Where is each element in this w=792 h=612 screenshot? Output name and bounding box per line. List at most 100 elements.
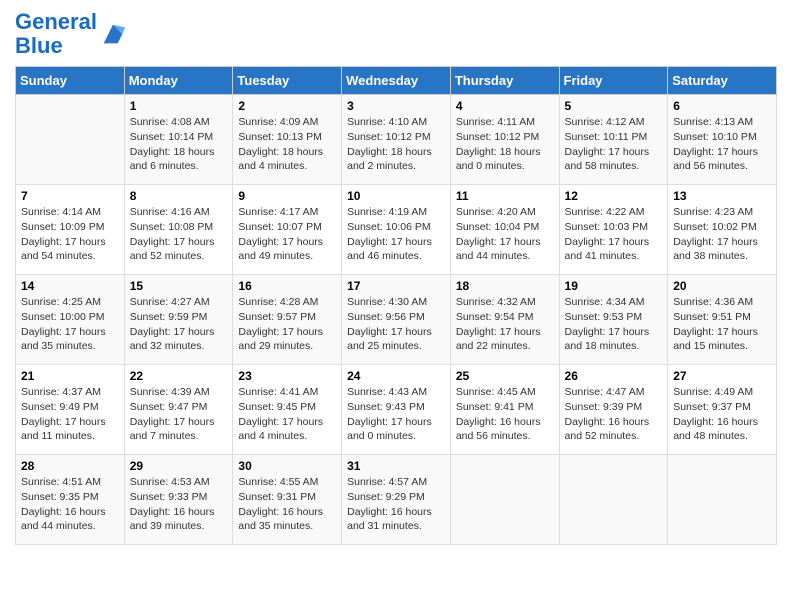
calendar-cell: 22Sunrise: 4:39 AMSunset: 9:47 PMDayligh… <box>124 365 233 455</box>
page-header: General Blue <box>15 10 777 58</box>
day-content: Sunrise: 4:41 AMSunset: 9:45 PMDaylight:… <box>238 385 336 444</box>
day-number: 19 <box>565 279 663 293</box>
weekday-header-friday: Friday <box>559 67 668 95</box>
week-row-2: 7 Sunrise: 4:14 AMSunset: 10:09 PMDayligh… <box>16 185 777 275</box>
day-content: Sunrise: 4:36 AMSunset: 9:51 PMDaylight:… <box>673 295 771 354</box>
calendar-cell: 19 Sunrise: 4:34 AMSunset: 9:53 PMDayligh… <box>559 275 668 365</box>
day-number: 18 <box>456 279 554 293</box>
calendar-cell: 3Sunrise: 4:10 AMSunset: 10:12 PMDayligh… <box>342 95 451 185</box>
day-content: Sunrise: 4:10 AMSunset: 10:12 PMDaylight… <box>347 115 445 174</box>
day-content: Sunrise: 4:17 AMSunset: 10:07 PMDaylight… <box>238 205 336 264</box>
calendar-cell: 17 Sunrise: 4:30 AMSunset: 9:56 PMDayligh… <box>342 275 451 365</box>
day-number: 9 <box>238 189 336 203</box>
day-number: 23 <box>238 369 336 383</box>
day-content: Sunrise: 4:20 AMSunset: 10:04 PMDaylight… <box>456 205 554 264</box>
day-number: 2 <box>238 99 336 113</box>
day-number: 30 <box>238 459 336 473</box>
calendar-cell: 18 Sunrise: 4:32 AMSunset: 9:54 PMDayligh… <box>450 275 559 365</box>
day-number: 6 <box>673 99 771 113</box>
day-number: 27 <box>673 369 771 383</box>
day-content: Sunrise: 4:45 AMSunset: 9:41 PMDaylight:… <box>456 385 554 444</box>
weekday-header-thursday: Thursday <box>450 67 559 95</box>
day-content: Sunrise: 4:09 AMSunset: 10:13 PMDaylight… <box>238 115 336 174</box>
day-number: 12 <box>565 189 663 203</box>
calendar-cell: 20 Sunrise: 4:36 AMSunset: 9:51 PMDayligh… <box>668 275 777 365</box>
day-number: 10 <box>347 189 445 203</box>
logo-icon <box>99 20 127 48</box>
day-content: Sunrise: 4:32 AMSunset: 9:54 PMDaylight:… <box>456 295 554 354</box>
day-content: Sunrise: 4:22 AMSunset: 10:03 PMDaylight… <box>565 205 663 264</box>
calendar-cell: 15 Sunrise: 4:27 AMSunset: 9:59 PMDayligh… <box>124 275 233 365</box>
week-row-1: 1 Sunrise: 4:08 AMSunset: 10:14 PMDayligh… <box>16 95 777 185</box>
day-number: 11 <box>456 189 554 203</box>
calendar-cell: 7 Sunrise: 4:14 AMSunset: 10:09 PMDayligh… <box>16 185 125 275</box>
calendar-cell: 29 Sunrise: 4:53 AMSunset: 9:33 PMDayligh… <box>124 455 233 545</box>
weekday-header-monday: Monday <box>124 67 233 95</box>
calendar-cell: 5 Sunrise: 4:12 AMSunset: 10:11 PMDayligh… <box>559 95 668 185</box>
day-number: 1 <box>130 99 228 113</box>
weekday-header-tuesday: Tuesday <box>233 67 342 95</box>
day-number: 17 <box>347 279 445 293</box>
day-content: Sunrise: 4:11 AMSunset: 10:12 PMDaylight… <box>456 115 554 174</box>
day-number: 29 <box>130 459 228 473</box>
calendar-cell: 4 Sunrise: 4:11 AMSunset: 10:12 PMDayligh… <box>450 95 559 185</box>
calendar-cell: 1 Sunrise: 4:08 AMSunset: 10:14 PMDayligh… <box>124 95 233 185</box>
calendar-cell: 21Sunrise: 4:37 AMSunset: 9:49 PMDayligh… <box>16 365 125 455</box>
week-row-3: 14 Sunrise: 4:25 AMSunset: 10:00 PMDaylig… <box>16 275 777 365</box>
week-row-5: 28 Sunrise: 4:51 AMSunset: 9:35 PMDayligh… <box>16 455 777 545</box>
weekday-header-sunday: Sunday <box>16 67 125 95</box>
day-content: Sunrise: 4:53 AMSunset: 9:33 PMDaylight:… <box>130 475 228 534</box>
calendar-cell <box>16 95 125 185</box>
calendar-cell: 28 Sunrise: 4:51 AMSunset: 9:35 PMDayligh… <box>16 455 125 545</box>
calendar-cell: 12 Sunrise: 4:22 AMSunset: 10:03 PMDaylig… <box>559 185 668 275</box>
day-number: 4 <box>456 99 554 113</box>
logo: General Blue <box>15 10 127 58</box>
day-number: 15 <box>130 279 228 293</box>
day-number: 20 <box>673 279 771 293</box>
logo-blue: Blue <box>15 33 63 58</box>
day-number: 21 <box>21 369 119 383</box>
calendar-cell: 31 Sunrise: 4:57 AMSunset: 9:29 PMDayligh… <box>342 455 451 545</box>
day-content: Sunrise: 4:57 AMSunset: 9:29 PMDaylight:… <box>347 475 445 534</box>
day-content: Sunrise: 4:55 AMSunset: 9:31 PMDaylight:… <box>238 475 336 534</box>
day-content: Sunrise: 4:16 AMSunset: 10:08 PMDaylight… <box>130 205 228 264</box>
day-number: 7 <box>21 189 119 203</box>
weekday-header-saturday: Saturday <box>668 67 777 95</box>
day-content: Sunrise: 4:51 AMSunset: 9:35 PMDaylight:… <box>21 475 119 534</box>
day-content: Sunrise: 4:43 AMSunset: 9:43 PMDaylight:… <box>347 385 445 444</box>
day-content: Sunrise: 4:47 AMSunset: 9:39 PMDaylight:… <box>565 385 663 444</box>
calendar-cell <box>450 455 559 545</box>
calendar-table: SundayMondayTuesdayWednesdayThursdayFrid… <box>15 66 777 545</box>
day-number: 5 <box>565 99 663 113</box>
calendar-cell: 14 Sunrise: 4:25 AMSunset: 10:00 PMDaylig… <box>16 275 125 365</box>
day-content: Sunrise: 4:12 AMSunset: 10:11 PMDaylight… <box>565 115 663 174</box>
week-row-4: 21Sunrise: 4:37 AMSunset: 9:49 PMDayligh… <box>16 365 777 455</box>
day-content: Sunrise: 4:27 AMSunset: 9:59 PMDaylight:… <box>130 295 228 354</box>
day-content: Sunrise: 4:25 AMSunset: 10:00 PMDaylight… <box>21 295 119 354</box>
day-number: 24 <box>347 369 445 383</box>
day-content: Sunrise: 4:30 AMSunset: 9:56 PMDaylight:… <box>347 295 445 354</box>
logo-general: General <box>15 9 97 34</box>
calendar-cell: 11 Sunrise: 4:20 AMSunset: 10:04 PMDaylig… <box>450 185 559 275</box>
calendar-cell: 27Sunrise: 4:49 AMSunset: 9:37 PMDayligh… <box>668 365 777 455</box>
day-content: Sunrise: 4:34 AMSunset: 9:53 PMDaylight:… <box>565 295 663 354</box>
calendar-cell: 23 Sunrise: 4:41 AMSunset: 9:45 PMDayligh… <box>233 365 342 455</box>
day-number: 13 <box>673 189 771 203</box>
calendar-cell: 13Sunrise: 4:23 AMSunset: 10:02 PMDaylig… <box>668 185 777 275</box>
day-content: Sunrise: 4:14 AMSunset: 10:09 PMDaylight… <box>21 205 119 264</box>
weekday-header-row: SundayMondayTuesdayWednesdayThursdayFrid… <box>16 67 777 95</box>
day-number: 8 <box>130 189 228 203</box>
calendar-cell: 16Sunrise: 4:28 AMSunset: 9:57 PMDayligh… <box>233 275 342 365</box>
calendar-cell: 6Sunrise: 4:13 AMSunset: 10:10 PMDayligh… <box>668 95 777 185</box>
calendar-cell <box>668 455 777 545</box>
day-number: 16 <box>238 279 336 293</box>
calendar-cell <box>559 455 668 545</box>
day-content: Sunrise: 4:19 AMSunset: 10:06 PMDaylight… <box>347 205 445 264</box>
calendar-cell: 8 Sunrise: 4:16 AMSunset: 10:08 PMDayligh… <box>124 185 233 275</box>
day-content: Sunrise: 4:08 AMSunset: 10:14 PMDaylight… <box>130 115 228 174</box>
day-number: 22 <box>130 369 228 383</box>
day-number: 28 <box>21 459 119 473</box>
day-number: 31 <box>347 459 445 473</box>
calendar-cell: 10 Sunrise: 4:19 AMSunset: 10:06 PMDaylig… <box>342 185 451 275</box>
day-number: 14 <box>21 279 119 293</box>
